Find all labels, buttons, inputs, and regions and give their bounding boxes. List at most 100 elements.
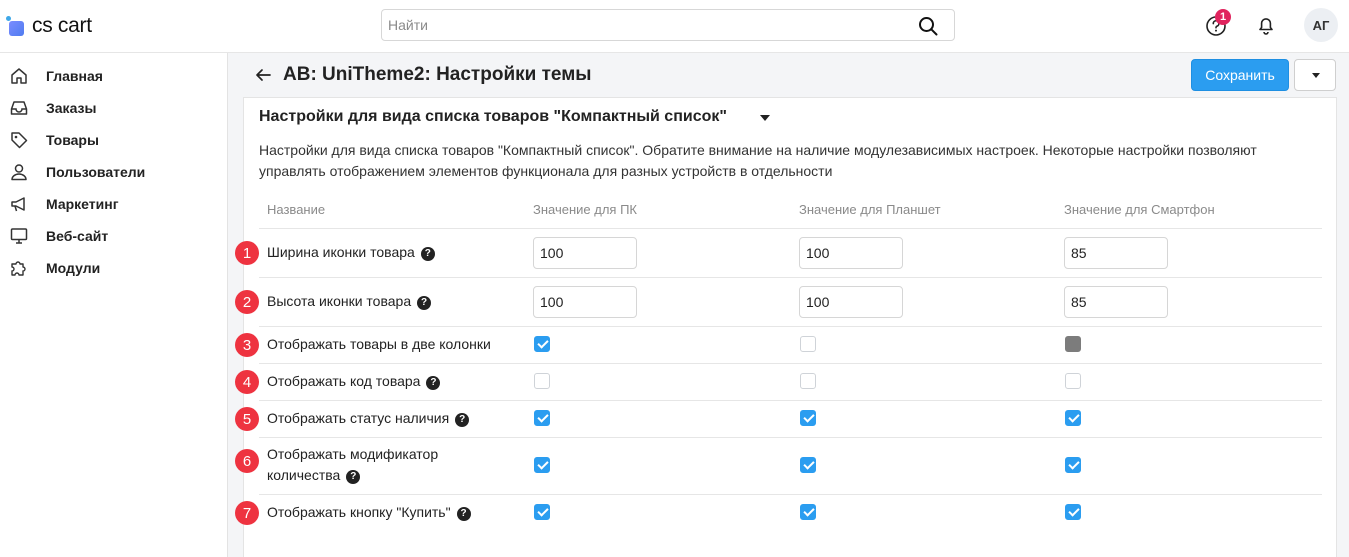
help-icon[interactable]: ? [420, 247, 435, 261]
qty-modifier-smartphone-checkbox[interactable] [1065, 457, 1081, 473]
sidebar-item-label: Пользователи [46, 164, 146, 180]
save-button[interactable]: Сохранить [1191, 59, 1289, 91]
more-actions-button[interactable] [1294, 59, 1336, 91]
product-icon-height-pc-input[interactable] [533, 286, 637, 318]
sidebar-item-label: Веб-сайт [46, 228, 109, 244]
section-title: Настройки для вида списка товаров "Компа… [259, 108, 727, 125]
sidebar-item-label: Заказы [46, 100, 97, 116]
row-divider [259, 363, 1322, 364]
product-code-smartphone-checkbox[interactable] [1065, 373, 1081, 389]
sidebar-item-marketing[interactable]: Маркетинг [0, 188, 227, 220]
step-marker: 2 [235, 290, 259, 314]
sidebar: Главная Заказы Товары Пользователи Марке… [0, 53, 228, 557]
search-input[interactable] [382, 10, 902, 40]
notification-badge: 1 [1215, 9, 1231, 25]
product-code-tablet-checkbox[interactable] [800, 373, 816, 389]
setting-label: Ширина иконки товара? [267, 242, 435, 263]
product-icon-height-smartphone-input[interactable] [1064, 286, 1168, 318]
product-icon-width-tablet-input[interactable] [799, 237, 903, 269]
setting-label-text: Отображать код товара [267, 373, 421, 389]
column-header-pc: Значение для ПК [533, 202, 637, 217]
logo[interactable]: cs cart [6, 13, 92, 39]
column-header-name: Название [267, 202, 326, 217]
setting-label: Отображать код товара? [267, 371, 441, 392]
bell-icon[interactable] [1255, 14, 1277, 36]
two-columns-pc-checkbox[interactable] [534, 336, 550, 352]
help-icon[interactable]: ? [456, 507, 471, 521]
logo-text: cs cart [32, 14, 92, 37]
step-marker: 6 [235, 449, 259, 473]
buy-button-pc-checkbox[interactable] [534, 504, 550, 520]
setting-label: Отображать кнопку "Купить"? [267, 502, 471, 523]
inbox-icon [10, 101, 28, 115]
setting-label: Отображать модификатор количества? [267, 444, 438, 486]
step-marker: 5 [235, 407, 259, 431]
setting-label: Высота иконки товара? [267, 291, 432, 312]
setting-label-text: Высота иконки товара [267, 293, 412, 309]
arrow-left-icon[interactable] [254, 66, 272, 84]
qty-modifier-tablet-checkbox[interactable] [800, 457, 816, 473]
sidebar-item-website[interactable]: Веб-сайт [0, 220, 227, 252]
row-divider [259, 437, 1322, 438]
sidebar-item-products[interactable]: Товары [0, 124, 227, 156]
product-icon-height-tablet-input[interactable] [799, 286, 903, 318]
row-divider [259, 400, 1322, 401]
buy-button-tablet-checkbox[interactable] [800, 504, 816, 520]
column-header-tablet: Значение для Планшет [799, 202, 941, 217]
setting-label-text: Отображать модификатор [267, 446, 439, 462]
buy-button-smartphone-checkbox[interactable] [1065, 504, 1081, 520]
step-marker: 1 [235, 241, 259, 265]
help-icon[interactable]: ? [346, 470, 361, 484]
row-divider [259, 326, 1322, 327]
sidebar-item-home[interactable]: Главная [0, 60, 227, 92]
sidebar-item-modules[interactable]: Модули [0, 252, 227, 284]
monitor-icon [10, 228, 28, 244]
caret-down-icon[interactable] [760, 115, 770, 121]
row-divider [259, 277, 1322, 278]
sidebar-item-orders[interactable]: Заказы [0, 92, 227, 124]
section-description: Настройки для вида списка товаров "Компа… [259, 142, 1257, 179]
logo-mark-icon [6, 16, 26, 36]
sidebar-item-label: Модули [46, 260, 101, 276]
step-marker: 4 [235, 370, 259, 394]
sidebar-item-label: Маркетинг [46, 196, 119, 212]
stock-status-smartphone-checkbox[interactable] [1065, 410, 1081, 426]
stock-status-pc-checkbox[interactable] [534, 410, 550, 426]
help-icon[interactable]: ? [455, 413, 470, 427]
sidebar-item-label: Товары [46, 132, 99, 148]
top-bar: cs cart 1 АГ [0, 0, 1349, 53]
product-code-pc-checkbox[interactable] [534, 373, 550, 389]
help-icon[interactable]: ? [426, 376, 441, 390]
setting-label: Отображать статус наличия? [267, 408, 470, 429]
two-columns-smartphone-checkbox[interactable] [1065, 336, 1081, 352]
row-divider [259, 228, 1322, 229]
user-icon [11, 164, 27, 181]
sidebar-item-label: Главная [46, 68, 103, 84]
avatar[interactable]: АГ [1304, 8, 1338, 42]
setting-label-text: количества [267, 467, 341, 483]
tag-icon [11, 132, 28, 149]
step-marker: 7 [235, 501, 259, 525]
page-title: AB: UniTheme2: Настройки темы [283, 64, 592, 85]
search-icon[interactable] [918, 16, 938, 36]
search-box [381, 9, 955, 41]
help-icon[interactable]: ? [417, 296, 432, 310]
setting-label-text: Отображать кнопку "Купить" [267, 504, 451, 520]
product-icon-width-smartphone-input[interactable] [1064, 237, 1168, 269]
product-icon-width-pc-input[interactable] [533, 237, 637, 269]
sidebar-item-users[interactable]: Пользователи [0, 156, 227, 188]
caret-down-icon [1312, 73, 1320, 78]
setting-label-text: Отображать товары в две колонки [267, 336, 491, 352]
puzzle-icon [11, 261, 26, 276]
setting-label-text: Ширина иконки товара [267, 244, 415, 260]
stock-status-tablet-checkbox[interactable] [800, 410, 816, 426]
two-columns-tablet-checkbox[interactable] [800, 336, 816, 352]
home-icon [11, 68, 27, 84]
megaphone-icon [11, 197, 25, 212]
column-header-smartphone: Значение для Смартфон [1064, 202, 1215, 217]
qty-modifier-pc-checkbox[interactable] [534, 457, 550, 473]
row-divider [259, 494, 1322, 495]
setting-label: Отображать товары в две колонки [267, 334, 491, 355]
step-marker: 3 [235, 333, 259, 357]
setting-label-text: Отображать статус наличия [267, 410, 450, 426]
